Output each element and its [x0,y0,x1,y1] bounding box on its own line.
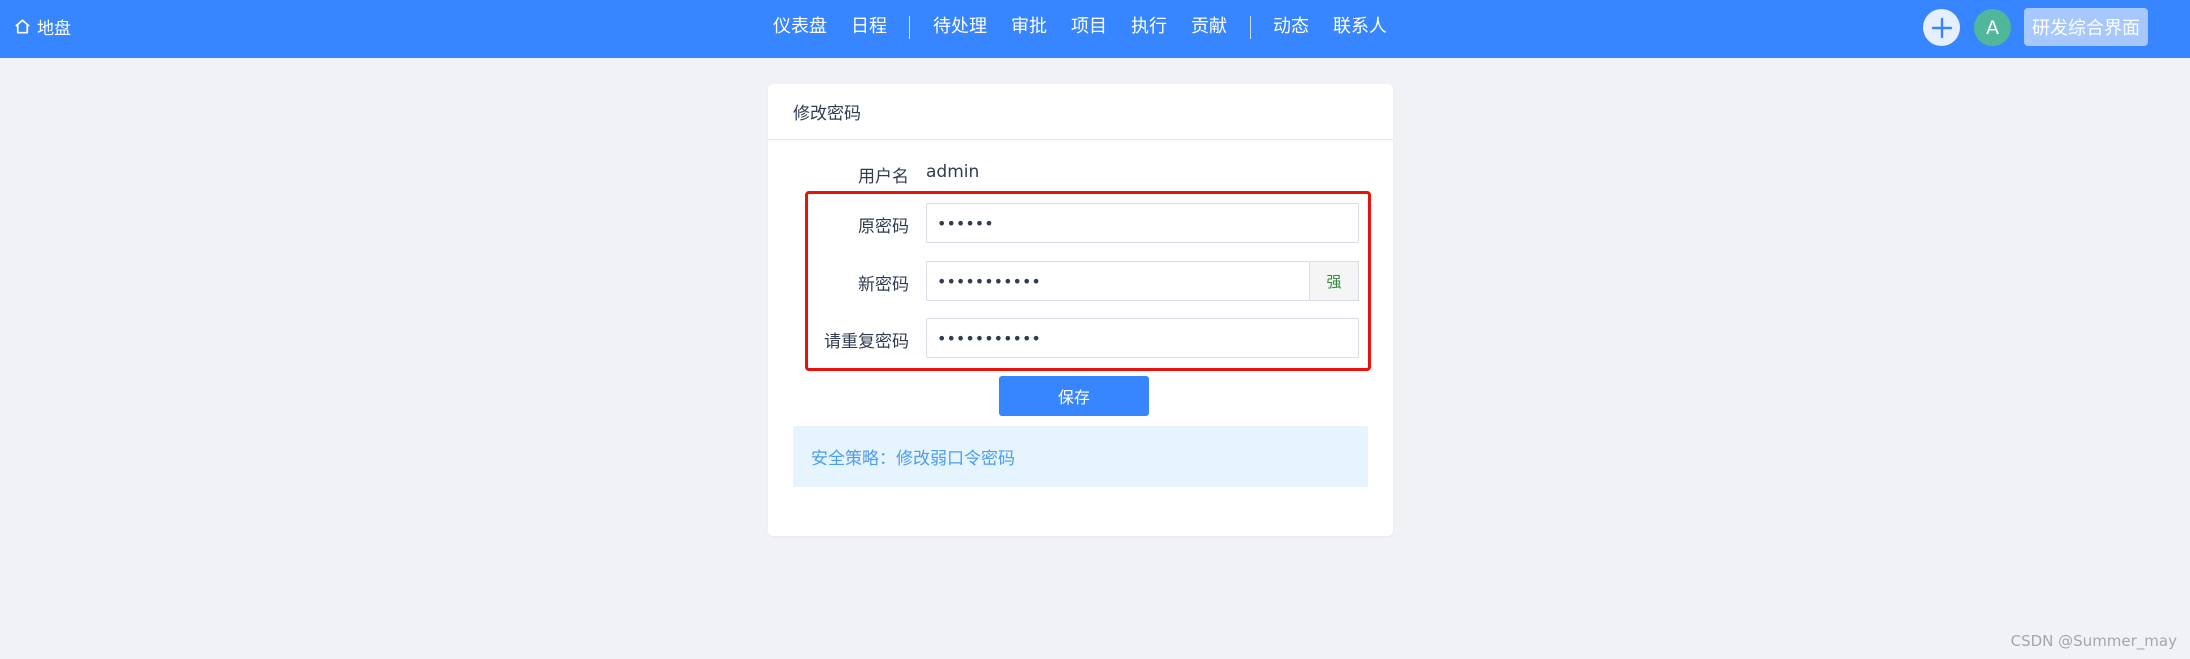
user-avatar[interactable]: A [1974,9,2011,46]
username-value: admin [926,162,980,182]
nav-calendar[interactable]: 日程 [851,0,887,53]
save-button[interactable]: 保存 [999,376,1149,416]
nav-todo[interactable]: 待处理 [933,0,987,53]
top-navbar: 地盘 仪表盘 日程 待处理 审批 项目 执行 贡献 动态 联系人 A 研发综合界… [0,0,2190,58]
nav-contacts[interactable]: 联系人 [1333,0,1387,53]
nav-review[interactable]: 审批 [1011,0,1047,53]
home-icon [15,19,30,34]
watermark: CSDN @Summer_may [2010,632,2177,650]
plus-icon [1931,17,1952,38]
annotation-highlight-box [805,191,1371,371]
nav-contribution[interactable]: 贡献 [1191,0,1227,53]
nav-project[interactable]: 项目 [1071,0,1107,53]
brand-label: 地盘 [37,19,71,39]
brand-link[interactable]: 地盘 [13,0,71,53]
nav-execution[interactable]: 执行 [1131,0,1167,53]
create-button[interactable] [1923,9,1960,46]
nav-divider [1250,16,1251,39]
nav-divider [909,16,910,39]
nav-dynamic[interactable]: 动态 [1273,0,1309,53]
nav-dashboard[interactable]: 仪表盘 [773,0,827,53]
card-title: 修改密码 [768,84,1393,140]
switch-interface-button[interactable]: 研发综合界面 [2024,8,2148,46]
username-label: 用户名 [858,167,909,187]
security-policy-notice: 安全策略：修改弱口令密码 [793,426,1368,487]
